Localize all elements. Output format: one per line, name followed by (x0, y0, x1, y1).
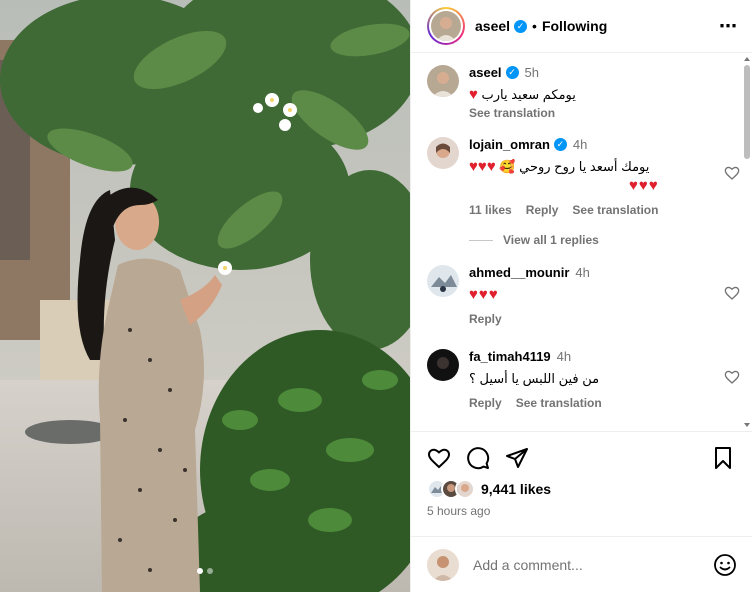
post-actions-area: 9,441 likes 5 hours ago (411, 431, 752, 536)
comment-item: lojain_omran ✓ 4h يومك أسعد يا روح روحي … (427, 137, 740, 217)
comment-item: aseel ✓ 5h يومكم سعيد يارب ♥ See transla… (427, 65, 732, 120)
comment-text: يومكم سعيد يارب ♥ (469, 86, 576, 103)
comment-time[interactable]: 4h (573, 137, 587, 152)
commenter-avatar[interactable] (427, 65, 459, 97)
verified-badge-icon: ✓ (553, 138, 567, 151)
view-replies-link[interactable]: View all 1 replies (469, 233, 599, 247)
verified-badge-icon: ✓ (514, 19, 528, 33)
comment-item: fa_timah4119 4h من فين اللبس يا أسيل ؟ R… (427, 349, 740, 410)
commenter-avatar[interactable] (427, 349, 459, 381)
heart-emoji-icon: ♥♥♥ (629, 177, 659, 194)
comment-like-heart-icon[interactable] (724, 165, 740, 181)
comment-bubble-icon[interactable] (466, 446, 490, 470)
heart-outline-icon[interactable] (427, 446, 451, 470)
author-username[interactable]: aseel (475, 18, 510, 34)
paper-plane-icon[interactable] (505, 446, 529, 470)
comment-item: ahmed__mounir 4h ♥♥♥ Reply (427, 265, 740, 326)
comments-scrollbar[interactable] (743, 57, 751, 427)
comment-time[interactable]: 5h (525, 65, 539, 80)
carousel-dot[interactable] (197, 568, 203, 574)
photo-illustration (0, 0, 410, 592)
see-translation-link[interactable]: See translation (572, 203, 658, 217)
author-avatar[interactable] (431, 11, 461, 41)
post-timestamp[interactable]: 5 hours ago (427, 504, 490, 518)
see-translation-link[interactable]: See translation (469, 106, 555, 120)
reply-link[interactable]: Reply (526, 203, 559, 217)
post-header: aseel ✓ • Following ⋯ (411, 0, 752, 53)
emoji-smiley-icon[interactable] (713, 553, 737, 577)
likes-count[interactable]: 9,441 likes (481, 481, 551, 497)
post-details-panel: aseel ✓ • Following ⋯ aseel ✓ 5h يومكم س… (410, 0, 752, 592)
commenter-username[interactable]: aseel (469, 65, 502, 80)
scroll-up-arrow-icon[interactable] (744, 57, 750, 61)
comment-text-continued: ♥♥♥ (469, 177, 732, 194)
more-options-icon[interactable]: ⋯ (719, 16, 738, 37)
comment-like-heart-icon[interactable] (724, 285, 740, 301)
add-comment-input[interactable] (473, 556, 713, 573)
separator-dot: • (532, 18, 537, 34)
comment-time[interactable]: 4h (575, 265, 589, 280)
comment-like-heart-icon[interactable] (724, 369, 740, 385)
liker-avatar (455, 479, 475, 499)
commenter-username[interactable]: ahmed__mounir (469, 265, 569, 280)
comment-text: يومك أسعد يا روح روحي 🥰 ♥♥♥ (469, 158, 650, 175)
reply-link[interactable]: Reply (469, 312, 502, 326)
carousel-indicator (0, 568, 410, 574)
see-translation-link[interactable]: See translation (516, 396, 602, 410)
add-comment-bar (411, 536, 752, 592)
liker-avatars[interactable] (427, 479, 475, 499)
heart-emoji-icon: ♥ (469, 86, 478, 103)
comment-text: من فين اللبس يا أسيل ؟ (469, 371, 600, 386)
story-ring[interactable] (427, 7, 465, 45)
likes-row: 9,441 likes (427, 479, 551, 499)
comment-time[interactable]: 4h (557, 349, 571, 364)
commenter-avatar[interactable] (427, 137, 459, 169)
commenter-username[interactable]: fa_timah4119 (469, 349, 551, 364)
comments-list[interactable]: aseel ✓ 5h يومكم سعيد يارب ♥ See transla… (411, 53, 752, 431)
carousel-dot[interactable] (207, 568, 213, 574)
replies-divider (469, 239, 493, 241)
comment-likes-count[interactable]: 11 likes (469, 203, 512, 217)
commenter-username[interactable]: lojain_omran (469, 137, 550, 152)
reply-link[interactable]: Reply (469, 396, 502, 410)
heart-emoji-icon: ♥♥♥ (469, 158, 496, 175)
action-bar (427, 446, 735, 472)
current-user-avatar (427, 548, 459, 581)
bookmark-icon[interactable] (711, 446, 735, 470)
heart-emoji-icon: ♥♥♥ (469, 286, 499, 303)
comment-text: ♥♥♥ (469, 286, 732, 303)
scrollbar-thumb[interactable] (744, 65, 750, 159)
verified-badge-icon: ✓ (505, 66, 519, 79)
following-button[interactable]: Following (542, 18, 607, 34)
commenter-avatar[interactable] (427, 265, 459, 297)
post-photo[interactable] (0, 0, 410, 592)
scroll-down-arrow-icon[interactable] (744, 423, 750, 427)
